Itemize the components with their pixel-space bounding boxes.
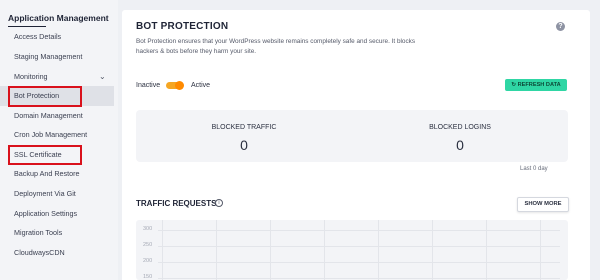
sidebar-item-migration-tools[interactable]: Migration Tools [0, 223, 114, 243]
sidebar-item-label: CloudwaysCDN [14, 248, 65, 257]
grid-line [378, 220, 379, 280]
grid-line [158, 278, 560, 279]
sidebar-item-domain-management[interactable]: Domain Management [0, 106, 114, 126]
sidebar-item-label: Deployment Via Git [14, 189, 76, 198]
page-description: Bot Protection ensures that your WordPre… [136, 38, 416, 55]
grid-line [540, 220, 541, 280]
grid-line [162, 220, 163, 280]
y-tick-label: 200 [143, 258, 153, 264]
sidebar-item-label: SSL Certificate [14, 150, 62, 159]
grid-line [324, 220, 325, 280]
sidebar-item-label: Migration Tools [14, 228, 63, 237]
sidebar-item-backup-and-restore[interactable]: Backup And Restore [0, 164, 114, 184]
grid-line [270, 220, 271, 280]
period-label: Last 0 day [520, 166, 548, 172]
info-icon[interactable]: i [215, 199, 223, 207]
stat-value: 0 [456, 137, 464, 153]
y-tick-label: 150 [143, 274, 153, 280]
refresh-data-button[interactable]: ↻ REFRESH DATA [505, 79, 567, 91]
traffic-chart: 300 250 200 150 [136, 220, 568, 280]
grid-line [216, 220, 217, 280]
sidebar-title: Application Management [8, 13, 109, 27]
toggle-inactive-label: Inactive [136, 82, 161, 89]
traffic-requests-title: TRAFFIC REQUESTS [136, 199, 217, 208]
toggle-knob [175, 81, 184, 90]
sidebar-item-access-details[interactable]: Access Details [0, 27, 114, 47]
sidebar-item-label: Monitoring [14, 72, 48, 81]
sidebar: Application Management Access Details St… [0, 0, 118, 280]
sidebar-item-application-settings[interactable]: Application Settings [0, 204, 114, 224]
sidebar-item-cron-job-management[interactable]: Cron Job Management [0, 125, 114, 145]
page-title: BOT PROTECTION [136, 21, 229, 32]
sidebar-item-label: Staging Management [14, 52, 83, 61]
grid-line [158, 230, 560, 231]
stat-label: BLOCKED LOGINS [429, 124, 491, 131]
sidebar-item-monitoring[interactable]: Monitoring ⌄ [0, 67, 114, 87]
protection-toggle[interactable] [166, 81, 184, 90]
grid-line [158, 246, 560, 247]
y-tick-label: 250 [143, 242, 153, 248]
stat-value: 0 [240, 137, 248, 153]
sidebar-item-bot-protection[interactable]: Bot Protection [0, 86, 114, 106]
grid-line [486, 220, 487, 280]
help-icon[interactable]: ? [556, 22, 565, 31]
sidebar-item-cloudwayscdn[interactable]: CloudwaysCDN [0, 243, 114, 263]
sidebar-item-label: Access Details [14, 32, 62, 41]
sidebar-item-label: Domain Management [14, 111, 83, 120]
sidebar-item-label: Application Settings [14, 209, 78, 218]
chevron-down-icon: ⌄ [99, 72, 106, 81]
toggle-active-label: Active [191, 82, 211, 89]
sidebar-item-staging-management[interactable]: Staging Management [0, 47, 114, 67]
grid-line [432, 220, 433, 280]
stat-label: BLOCKED TRAFFIC [211, 124, 277, 131]
stats-panel: BLOCKED TRAFFIC 0 BLOCKED LOGINS 0 [136, 110, 568, 162]
sidebar-item-label: Cron Job Management [14, 130, 88, 139]
sidebar-item-label: Bot Protection [14, 91, 60, 100]
y-tick-label: 300 [143, 226, 153, 232]
sidebar-item-ssl-certificate[interactable]: SSL Certificate [0, 145, 114, 165]
show-more-button[interactable]: SHOW MORE [517, 197, 569, 212]
sidebar-item-deployment-via-git[interactable]: Deployment Via Git [0, 184, 114, 204]
sidebar-item-label: Backup And Restore [14, 169, 80, 178]
blocked-logins-stat: BLOCKED LOGINS 0 [352, 110, 568, 162]
blocked-traffic-stat: BLOCKED TRAFFIC 0 [136, 110, 352, 162]
grid-line [158, 262, 560, 263]
